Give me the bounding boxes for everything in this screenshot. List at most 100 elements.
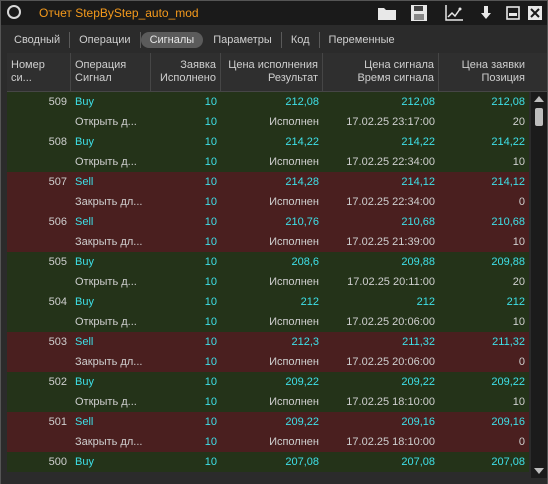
cell-op: Buy <box>75 136 94 148</box>
app-ring-icon[interactable] <box>7 5 21 19</box>
cell-op: Buy <box>75 96 94 108</box>
cell-order-price: 211,32 <box>492 336 525 348</box>
cell-op: Закрыть дл... <box>75 196 143 208</box>
cell-num: 507 <box>48 176 67 188</box>
cell-exec: Исполнен <box>269 276 319 288</box>
table-row[interactable]: 506 Sell 10 210,76 210,68 210,68 <box>7 212 529 232</box>
cell-num: 500 <box>48 456 67 468</box>
cell-qty: 10 <box>204 316 217 328</box>
window-title: Отчет StepByStep_auto_mod <box>39 6 199 20</box>
cell-op: Открыть д... <box>75 156 137 168</box>
col-header-operation-label: Операция <box>75 59 127 71</box>
cell-exec: Исполнен <box>269 316 319 328</box>
cell-sig-price: 17.02.25 22:34:00 <box>346 196 435 208</box>
cell-exec: 212,08 <box>285 96 319 108</box>
table-row[interactable]: 509 Buy 10 212,08 212,08 212,08 <box>7 92 529 112</box>
tab-parameters[interactable]: Параметры <box>204 32 282 48</box>
minimize-icon[interactable] <box>505 4 521 22</box>
cell-order-price: 209,22 <box>491 376 525 388</box>
folder-icon[interactable] <box>376 4 398 22</box>
tab-bar: Сводный Операции Сигналы Параметры Код П… <box>5 31 404 49</box>
tab-code[interactable]: Код <box>282 32 320 48</box>
cell-qty: 10 <box>204 396 217 408</box>
cell-num: 501 <box>48 416 67 428</box>
scroll-down-icon[interactable] <box>534 468 544 474</box>
col-header-number-label: Номер си... <box>11 59 45 84</box>
cell-op: Закрыть дл... <box>75 436 143 448</box>
tab-operations[interactable]: Операции <box>70 32 141 48</box>
cell-exec: Исполнен <box>269 436 319 448</box>
table-row[interactable]: Открыть д... 10 Исполнен 17.02.25 22:34:00 1… <box>7 152 529 172</box>
cell-order-price: 0 <box>518 436 525 448</box>
cell-exec: Исполнен <box>269 116 319 128</box>
cell-qty: 10 <box>204 256 217 268</box>
table-row[interactable]: Открыть д... 10 Исполнен 17.02.25 18:10:00 1… <box>7 392 529 412</box>
cell-order-price: 212 <box>506 296 525 308</box>
vertical-scrollbar[interactable] <box>531 92 547 478</box>
table-row[interactable]: Открыть д... 10 Исполнен 17.02.25 20:11:00 2… <box>7 272 529 292</box>
table-row[interactable]: 507 Sell 10 214,28 214,12 214,12 <box>7 172 529 192</box>
cell-num <box>7 392 67 412</box>
report-window: Отчет StepByStep_auto_mod Сводный Операц… <box>0 0 548 484</box>
cell-order-price: 214,22 <box>491 136 525 148</box>
col-header-exec-price[interactable]: Цена исполнения Результат <box>221 53 323 91</box>
col-header-order[interactable]: Заявка Исполнено <box>151 53 221 91</box>
col-header-order-price-label: Цена заявки <box>461 59 525 71</box>
tab-variables[interactable]: Переменные <box>320 32 404 48</box>
cell-num <box>7 272 67 292</box>
cell-op: Открыть д... <box>75 276 137 288</box>
table-row[interactable]: 503 Sell 10 212,3 211,32 211,32 <box>7 332 529 352</box>
bottom-edge <box>1 478 547 484</box>
table-row[interactable]: 500 Buy 10 207,08 207,08 207,08 <box>7 452 529 472</box>
col-header-executed-label: Исполнено <box>159 72 216 84</box>
cell-sig-price: 17.02.25 22:34:00 <box>346 156 435 168</box>
cell-qty: 10 <box>204 296 217 308</box>
cell-order-price: 10 <box>512 316 525 328</box>
scroll-up-icon[interactable] <box>534 96 544 102</box>
tab-signals[interactable]: Сигналы <box>140 32 204 48</box>
cell-qty: 10 <box>204 136 217 148</box>
cell-sig-price: 209,88 <box>401 256 435 268</box>
cell-qty: 10 <box>204 96 217 108</box>
scroll-thumb[interactable] <box>535 108 543 126</box>
cell-order-price: 10 <box>512 156 525 168</box>
cell-exec: 210,76 <box>285 216 319 228</box>
cell-qty: 10 <box>204 336 217 348</box>
table-row[interactable]: 501 Sell 10 209,22 209,16 209,16 <box>7 412 529 432</box>
table-row[interactable]: 508 Buy 10 214,22 214,22 214,22 <box>7 132 529 152</box>
table-row[interactable]: Закрыть дл... 10 Исполнен 17.02.25 20:06:00… <box>7 352 529 372</box>
tab-summary[interactable]: Сводный <box>5 32 71 48</box>
save-icon[interactable] <box>409 4 429 22</box>
col-header-signal-price[interactable]: Цена сигнала Время сигнала <box>323 53 439 91</box>
cell-qty: 10 <box>204 156 217 168</box>
col-header-number[interactable]: Номер си... <box>7 53 71 91</box>
table-row[interactable]: 502 Buy 10 209,22 209,22 209,22 <box>7 372 529 392</box>
table-row[interactable]: Открыть д... 10 Исполнен 17.02.25 20:06:00 1… <box>7 312 529 332</box>
table-row[interactable]: 505 Buy 10 208,6 209,88 209,88 <box>7 252 529 272</box>
cell-op: Buy <box>75 456 94 468</box>
table-row[interactable]: Открыть д... 10 Исполнен 17.02.25 23:17:00 2… <box>7 112 529 132</box>
close-icon[interactable] <box>527 4 543 22</box>
cell-sig-price: 17.02.25 21:39:00 <box>346 236 435 248</box>
table-row[interactable]: Закрыть дл... 10 Исполнен 17.02.25 21:39:00… <box>7 232 529 252</box>
cell-num: 504 <box>48 296 67 308</box>
cell-num: 508 <box>48 136 67 148</box>
title-bar: Отчет StepByStep_auto_mod <box>1 1 547 25</box>
cell-op: Открыть д... <box>75 396 137 408</box>
col-header-result-label: Результат <box>267 72 318 84</box>
download-icon[interactable] <box>478 4 494 22</box>
col-header-order-price[interactable]: Цена заявки Позиция <box>439 53 529 91</box>
table-row[interactable]: Закрыть дл... 10 Исполнен 17.02.25 22:34:00… <box>7 192 529 212</box>
cell-num <box>7 432 67 452</box>
table-row[interactable]: 504 Buy 10 212 212 212 <box>7 292 529 312</box>
col-header-operation[interactable]: Операция Сигнал <box>71 53 151 91</box>
col-header-signal-time-label: Время сигнала <box>357 72 434 84</box>
col-header-exec-price-label: Цена исполнения <box>228 59 318 71</box>
cell-qty: 10 <box>204 116 217 128</box>
table-row[interactable]: Закрыть дл... 10 Исполнен 17.02.25 18:10:00… <box>7 432 529 452</box>
chart-icon[interactable] <box>443 4 465 22</box>
col-header-position-label: Позиция <box>481 72 526 84</box>
signals-table: Номер си... Операция Сигнал Заявка Испол… <box>7 53 547 478</box>
cell-op: Sell <box>75 176 94 188</box>
cell-qty: 10 <box>204 436 217 448</box>
